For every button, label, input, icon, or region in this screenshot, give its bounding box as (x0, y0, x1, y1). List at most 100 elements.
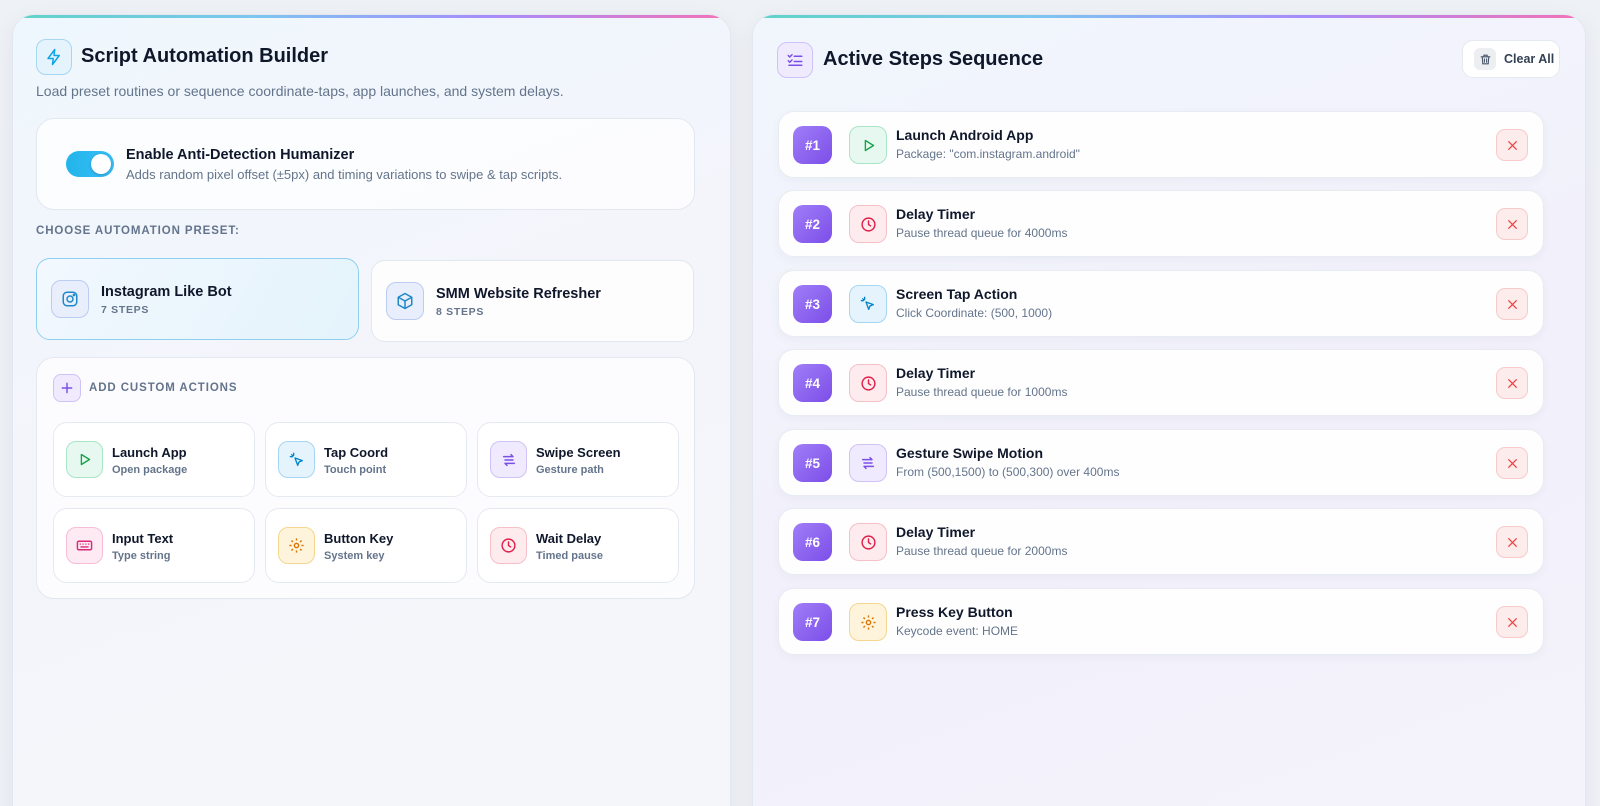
trash-icon (1474, 48, 1496, 70)
step-number-badge: #1 (793, 126, 832, 164)
action-title: Button Key (324, 531, 394, 546)
action-subtitle: System key (324, 550, 385, 562)
preset-steps: 7 STEPS (101, 304, 150, 316)
step-title: Gesture Swipe Motion (896, 445, 1044, 461)
action-title: Launch App (112, 445, 187, 460)
step-number-badge: #3 (793, 285, 832, 323)
close-icon (1507, 299, 1517, 309)
close-icon (1507, 140, 1517, 150)
step-number-badge: #6 (793, 523, 832, 561)
action-subtitle: Touch point (324, 464, 387, 476)
step-row: #1 Launch Android App Package: "com.inst… (778, 111, 1544, 178)
play-icon (66, 441, 103, 478)
custom-actions-label: ADD CUSTOM ACTIONS (89, 382, 238, 394)
preset-name: SMM Website Refresher (436, 286, 601, 302)
pointer-icon (278, 441, 315, 478)
preset-instagram-like-bot[interactable]: Instagram Like Bot 7 STEPS (36, 258, 359, 340)
step-row: #5 Gesture Swipe Motion From (500,1500) … (778, 429, 1544, 496)
action-subtitle: Open package (112, 464, 188, 476)
swipe-arrows-icon (849, 444, 887, 482)
step-number-badge: #5 (793, 444, 832, 482)
step-description: Keycode event: HOME (896, 624, 1019, 638)
pointer-icon (849, 285, 887, 323)
step-description: Package: "com.instagram.android" (896, 147, 1080, 161)
box-icon (386, 282, 424, 320)
builder-subtitle: Load preset routines or sequence coordin… (36, 83, 564, 99)
preset-steps: 8 STEPS (436, 306, 485, 318)
keyboard-icon (66, 527, 103, 564)
clear-all-label: Clear All (1504, 52, 1555, 66)
action-launch-app[interactable]: Launch App Open package (53, 422, 255, 497)
step-row: #3 Screen Tap Action Click Coordinate: (… (778, 270, 1544, 337)
step-description: Pause thread queue for 4000ms (896, 226, 1068, 240)
close-icon (1507, 617, 1517, 627)
step-title: Delay Timer (896, 365, 976, 381)
step-title: Press Key Button (896, 604, 1013, 620)
humanizer-description: Adds random pixel offset (±5px) and timi… (126, 167, 563, 182)
play-icon (849, 126, 887, 164)
action-input-text[interactable]: Input Text Type string (53, 508, 255, 583)
step-row: #2 Delay Timer Pause thread queue for 40… (778, 190, 1544, 257)
plus-icon (53, 374, 81, 402)
remove-step-button[interactable] (1496, 367, 1528, 399)
action-subtitle: Type string (112, 550, 171, 562)
step-description: Pause thread queue for 1000ms (896, 385, 1068, 399)
step-number-badge: #4 (793, 364, 832, 402)
clock-icon (849, 523, 887, 561)
humanizer-toggle[interactable] (66, 151, 114, 177)
remove-step-button[interactable] (1496, 447, 1528, 479)
clock-icon (849, 205, 887, 243)
action-title: Tap Coord (324, 445, 389, 460)
remove-step-button[interactable] (1496, 288, 1528, 320)
action-title: Wait Delay (536, 531, 602, 546)
lightning-icon (36, 39, 72, 75)
step-row: #4 Delay Timer Pause thread queue for 10… (778, 349, 1544, 416)
step-number-badge: #7 (793, 603, 832, 641)
preset-section-label: CHOOSE AUTOMATION PRESET: (36, 225, 240, 237)
sequence-title: Active Steps Sequence (823, 48, 1044, 70)
action-tap-coord[interactable]: Tap Coord Touch point (265, 422, 467, 497)
close-icon (1507, 458, 1517, 468)
builder-title: Script Automation Builder (81, 45, 329, 67)
steps-sequence-panel: Active Steps Sequence Clear All #1 Launc… (752, 14, 1586, 806)
step-number-badge: #2 (793, 205, 832, 243)
step-title: Launch Android App (896, 127, 1034, 143)
automation-builder-panel: Script Automation Builder Load preset ro… (12, 14, 731, 806)
remove-step-button[interactable] (1496, 526, 1528, 558)
clock-icon (490, 527, 527, 564)
preset-smm-website-refresher[interactable]: SMM Website Refresher 8 STEPS (371, 260, 694, 342)
humanizer-card: Enable Anti-Detection Humanizer Adds ran… (36, 118, 695, 210)
instagram-icon (51, 280, 89, 318)
step-description: Pause thread queue for 2000ms (896, 544, 1068, 558)
swipe-arrows-icon (490, 441, 527, 478)
close-icon (1507, 378, 1517, 388)
remove-step-button[interactable] (1496, 129, 1528, 161)
close-icon (1507, 537, 1517, 547)
action-swipe-screen[interactable]: Swipe Screen Gesture path (477, 422, 679, 497)
action-subtitle: Gesture path (536, 464, 604, 476)
toggle-knob (91, 154, 111, 174)
gear-icon (278, 527, 315, 564)
action-title: Swipe Screen (536, 445, 621, 460)
step-row: #6 Delay Timer Pause thread queue for 20… (778, 508, 1544, 575)
action-wait-delay[interactable]: Wait Delay Timed pause (477, 508, 679, 583)
step-title: Delay Timer (896, 524, 976, 540)
step-description: Click Coordinate: (500, 1000) (896, 306, 1053, 320)
action-subtitle: Timed pause (536, 550, 604, 562)
action-title: Input Text (112, 531, 174, 546)
close-icon (1507, 219, 1517, 229)
remove-step-button[interactable] (1496, 606, 1528, 638)
humanizer-title: Enable Anti-Detection Humanizer (126, 147, 355, 163)
clock-icon (849, 364, 887, 402)
gear-icon (849, 603, 887, 641)
clear-all-button[interactable]: Clear All (1462, 40, 1560, 78)
step-description: From (500,1500) to (500,300) over 400ms (896, 465, 1120, 479)
checklist-icon (777, 42, 813, 78)
step-row: #7 Press Key Button Keycode event: HOME (778, 588, 1544, 655)
step-title: Screen Tap Action (896, 286, 1018, 302)
preset-name: Instagram Like Bot (101, 284, 232, 300)
action-button-key[interactable]: Button Key System key (265, 508, 467, 583)
custom-actions-card: ADD CUSTOM ACTIONS Launch App Open packa… (36, 357, 695, 599)
remove-step-button[interactable] (1496, 208, 1528, 240)
step-title: Delay Timer (896, 206, 976, 222)
